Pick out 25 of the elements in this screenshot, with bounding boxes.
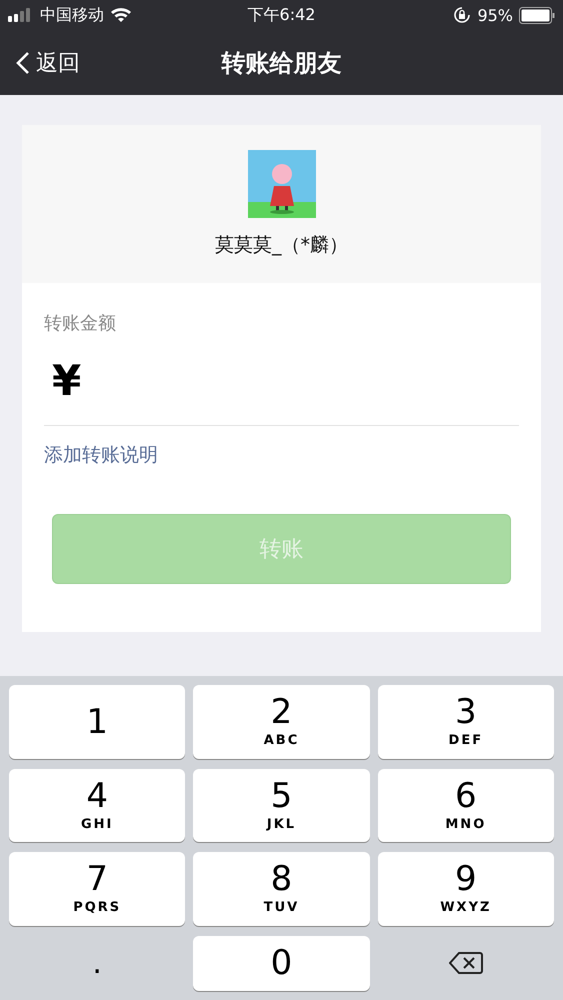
- battery-icon: [519, 6, 555, 24]
- back-button[interactable]: 返回: [0, 48, 80, 78]
- add-note-link[interactable]: 添加转账说明: [44, 442, 158, 468]
- recipient-name: 莫莫莫_（*麟）: [215, 233, 348, 258]
- decimal-key[interactable]: .: [9, 936, 186, 991]
- number-key[interactable]: 1: [9, 685, 186, 758]
- battery-percent: 95%: [477, 6, 513, 24]
- number-key[interactable]: 7 PQRS: [9, 852, 186, 926]
- chevron-left-icon: [16, 50, 30, 74]
- amount-field[interactable]: ¥: [44, 335, 519, 426]
- rotation-lock-icon: [453, 6, 472, 24]
- carrier: 中国移动: [40, 4, 104, 26]
- number-key[interactable]: 4 GHI: [9, 768, 186, 842]
- wifi-icon: [110, 7, 132, 23]
- number-key[interactable]: 8 TUV: [193, 852, 370, 926]
- backspace-icon: [448, 951, 483, 976]
- number-key[interactable]: 0: [193, 936, 370, 991]
- number-key[interactable]: 9 WXYZ: [378, 852, 554, 926]
- number-key[interactable]: 5 JKL: [193, 768, 370, 842]
- number-key[interactable]: 2 ABC: [193, 685, 370, 758]
- clock: 下午6:42: [248, 4, 316, 26]
- number-key[interactable]: 6 MNO: [378, 768, 554, 842]
- amount-label: 转账金额: [44, 312, 116, 335]
- page-title: 转账给朋友: [222, 48, 342, 78]
- number-key[interactable]: 3 DEF: [378, 685, 554, 758]
